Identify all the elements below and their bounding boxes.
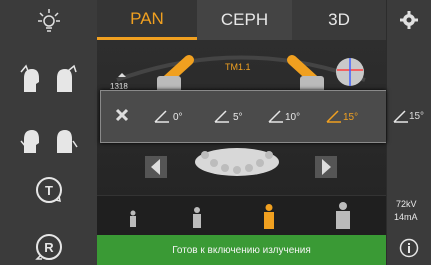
tilt-option-15[interactable]: 15° xyxy=(325,110,358,124)
patient-child-small-icon[interactable] xyxy=(128,210,138,228)
light-bulb-icon[interactable] xyxy=(37,8,61,34)
status-text: Готов к включению излучения xyxy=(172,244,311,256)
patient-large-icon[interactable] xyxy=(335,202,351,230)
tab-pan-label: PAN xyxy=(130,8,164,28)
info-icon[interactable] xyxy=(399,238,419,263)
patient-size-selector xyxy=(97,195,386,235)
tilt-angle-popup: 0° 5° 10° 15° xyxy=(100,90,386,143)
head-front-down-icon[interactable] xyxy=(18,125,44,155)
angle-icon xyxy=(154,110,169,123)
patient-child-icon[interactable] xyxy=(191,207,203,229)
t-button[interactable]: T xyxy=(34,175,64,205)
tilt-option-10[interactable]: 10° xyxy=(267,110,300,124)
tab-ceph[interactable]: CEPH xyxy=(197,0,292,40)
head-side-down-icon[interactable] xyxy=(52,125,78,155)
tilt-option-10-label: 10° xyxy=(285,111,301,123)
tab-3d[interactable]: 3D xyxy=(292,0,386,40)
mode-tabs: PAN CEPH 3D xyxy=(97,0,386,40)
tilt-option-15-label: 15° xyxy=(343,111,359,123)
ma-readout: 14mA xyxy=(394,212,418,222)
status-bar: Готов к включению излучения xyxy=(97,235,386,265)
angle-icon xyxy=(214,110,229,123)
close-icon xyxy=(115,108,129,122)
tm-label: TM1.1 xyxy=(225,62,251,72)
gear-icon[interactable] xyxy=(399,10,419,35)
tilt-option-5[interactable]: 5° xyxy=(213,110,243,124)
tab-ceph-label: CEPH xyxy=(220,10,269,29)
current-tilt-indicator[interactable]: 15° xyxy=(386,90,431,143)
head-side-up-icon[interactable] xyxy=(52,64,78,94)
tilt-option-0-label: 0° xyxy=(173,111,183,123)
close-button[interactable] xyxy=(115,108,129,122)
tab-3d-label: 3D xyxy=(328,10,350,29)
head-front-up-icon[interactable] xyxy=(18,64,44,94)
r-button-label: R xyxy=(44,239,54,255)
kv-readout: 72kV xyxy=(396,199,417,209)
tilt-option-5-label: 5° xyxy=(233,111,243,123)
t-button-label: T xyxy=(45,182,53,198)
tilt-option-0[interactable]: 0° xyxy=(153,110,183,124)
angle-icon xyxy=(268,110,283,123)
r-button[interactable]: R xyxy=(34,232,64,262)
angle-icon xyxy=(326,110,341,123)
angle-icon xyxy=(393,109,408,123)
patient-adult-icon[interactable] xyxy=(262,204,276,230)
current-tilt-label: 15° xyxy=(408,111,425,122)
tab-pan[interactable]: PAN xyxy=(97,0,197,40)
left-toolbar: T R xyxy=(0,0,97,265)
arrow-left-icon[interactable] xyxy=(145,156,167,178)
arrow-right-icon[interactable] xyxy=(315,156,337,178)
